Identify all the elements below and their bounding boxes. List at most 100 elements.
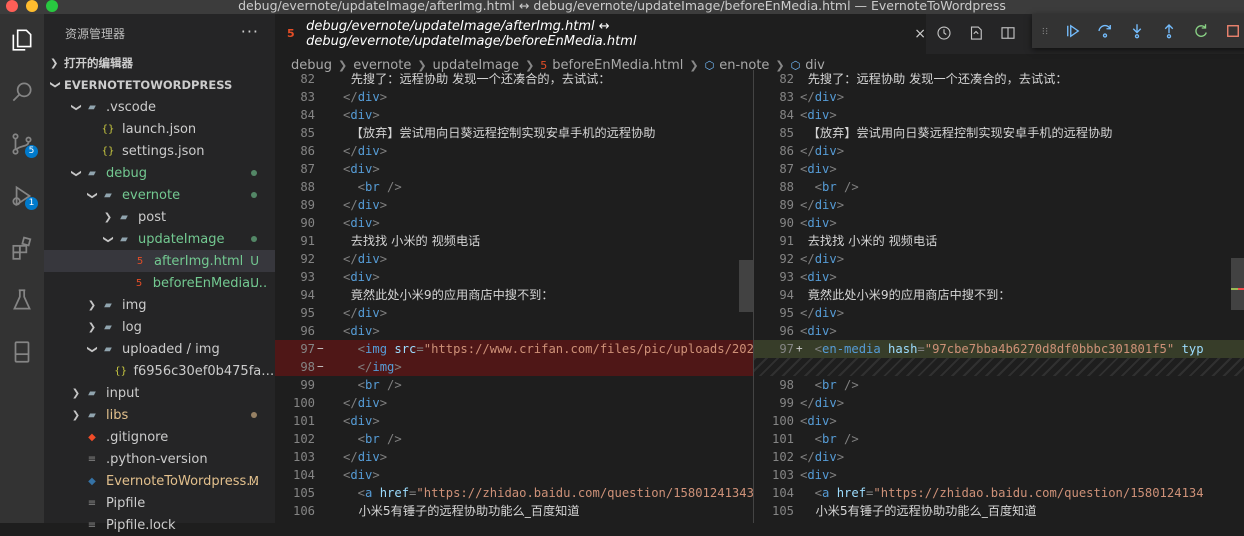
tab-diff[interactable]: 5 debug/evernote/updateImage/afterImg.ht… xyxy=(275,14,926,54)
run-debug-icon[interactable]: 1 xyxy=(0,176,44,216)
step-into-icon[interactable] xyxy=(1128,22,1146,40)
history-icon[interactable] xyxy=(935,24,953,42)
code-line[interactable]: 87 <div> xyxy=(754,160,1244,178)
continue-icon[interactable] xyxy=(1064,22,1082,40)
source-control-icon[interactable]: 5 xyxy=(0,124,44,164)
code-line[interactable]: 97 + <en-media hash="97cbe7bba4b6270d8df0… xyxy=(754,340,1244,358)
code-token: < xyxy=(800,378,823,392)
code-line[interactable]: 83 </div> xyxy=(754,88,1244,106)
code-line[interactable]: 103 </div> xyxy=(275,448,753,466)
overview-ruler[interactable] xyxy=(1231,70,1244,523)
code-line[interactable]: 90 <div> xyxy=(275,214,753,232)
tree-item[interactable]: ❯ ▰ libs xyxy=(44,404,275,426)
code-line[interactable]: 89 </div> xyxy=(275,196,753,214)
search-icon[interactable] xyxy=(0,72,44,112)
code-line[interactable]: 104 <div> xyxy=(275,466,753,484)
code-line[interactable]: 84 <div> xyxy=(275,106,753,124)
code-line[interactable]: 96 <div> xyxy=(754,322,1244,340)
restart-icon[interactable] xyxy=(1192,22,1210,40)
code-line[interactable]: 93 <div> xyxy=(275,268,753,286)
overview-ruler[interactable] xyxy=(739,70,753,523)
open-file-icon[interactable] xyxy=(967,24,985,42)
tree-item[interactable]: ❯ ▰ evernote xyxy=(44,184,275,206)
tree-item[interactable]: ❯ ▰ input xyxy=(44,382,275,404)
tree-item[interactable]: {} f6956c30ef0b475fa2b9... xyxy=(44,360,275,382)
scrollbar-thumb[interactable] xyxy=(739,260,753,312)
code-line[interactable]: 101 <div> xyxy=(275,412,753,430)
code-token: /> xyxy=(836,180,859,194)
testing-icon[interactable] xyxy=(0,280,44,320)
code-line[interactable]: 85 【放弃】尝试用向日葵远程控制实现安卓手机的远程协助 xyxy=(275,124,753,142)
tree-item[interactable]: ❯ ▰ img xyxy=(44,294,275,316)
code-line[interactable]: 88 <br /> xyxy=(275,178,753,196)
tree-item[interactable]: {} launch.json xyxy=(44,118,275,140)
code-line[interactable]: 103 <div> xyxy=(754,466,1244,484)
code-line[interactable]: 90 <div> xyxy=(754,214,1244,232)
tree-item[interactable]: ≡ Pipfile xyxy=(44,492,275,514)
diff-original-pane[interactable]: 82 先搜了：远程协助 发现一个还凑合的，去试试： 83 </div> 84 <div>… xyxy=(275,70,753,523)
extensions-icon[interactable] xyxy=(0,228,44,268)
tree-item[interactable]: ◆ .gitignore xyxy=(44,426,275,448)
split-editor-icon[interactable] xyxy=(999,24,1017,42)
code-line[interactable]: 106 小米5有锤子的远程协助功能么_百度知道 xyxy=(275,502,753,520)
code-line[interactable]: 101 <br /> xyxy=(754,430,1244,448)
stop-icon[interactable] xyxy=(1224,22,1242,40)
code-line[interactable]: 86 </div> xyxy=(754,142,1244,160)
code-line[interactable]: 97− <img src="https://www.crifan.com/fil… xyxy=(275,340,753,358)
code-line[interactable]: 82 先搜了：远程协助 发现一个还凑合的，去试试： xyxy=(754,70,1244,88)
explorer-icon[interactable] xyxy=(0,20,44,60)
code-line[interactable]: 83 </div> xyxy=(275,88,753,106)
tree-item[interactable]: ≡ Pipfile.lock xyxy=(44,514,275,536)
code-line[interactable]: 87 <div> xyxy=(275,160,753,178)
tree-item[interactable]: ◆ EvernoteToWordpress... M xyxy=(44,470,275,492)
code-line[interactable]: 91 去找找 小米的 视频电话 xyxy=(275,232,753,250)
tree-item[interactable]: ❯ ▰ log xyxy=(44,316,275,338)
code-line[interactable]: 100 </div> xyxy=(275,394,753,412)
tree-item[interactable]: ❯ ▰ debug xyxy=(44,162,275,184)
code-line[interactable]: 100 <div> xyxy=(754,412,1244,430)
tree-item[interactable]: ❯ ▰ .vscode xyxy=(44,96,275,118)
code-line[interactable]: 96 <div> xyxy=(275,322,753,340)
code-line[interactable]: 88 <br /> xyxy=(754,178,1244,196)
drag-handle-icon[interactable] xyxy=(1040,22,1050,40)
code-line[interactable]: 102 </div> xyxy=(754,448,1244,466)
step-out-icon[interactable] xyxy=(1160,22,1178,40)
code-line[interactable]: 102 <br /> xyxy=(275,430,753,448)
code-line[interactable]: 105 小米5有锤子的远程协助功能么_百度知道 xyxy=(754,502,1244,520)
code-line[interactable]: 98 <br /> xyxy=(754,376,1244,394)
scrollbar-thumb[interactable] xyxy=(1231,258,1244,310)
code-line[interactable]: 104 <a href="https://zhidao.baidu.com/qu… xyxy=(754,484,1244,502)
tree-item[interactable]: {} settings.json xyxy=(44,140,275,162)
code-line[interactable]: 98− </img> xyxy=(275,358,753,376)
more-actions-icon[interactable]: ··· xyxy=(241,22,259,41)
diff-filler-line[interactable] xyxy=(754,358,1244,376)
tree-item[interactable]: 5 beforeEnMedia.ht... U xyxy=(44,272,275,294)
code-line[interactable]: 86 </div> xyxy=(275,142,753,160)
code-line[interactable]: 85 【放弃】尝试用向日葵远程控制实现安卓手机的远程协助 xyxy=(754,124,1244,142)
code-line[interactable]: 91 去找找 小米的 视频电话 xyxy=(754,232,1244,250)
code-line[interactable]: 94 竟然此处小米9的应用商店中搜不到： xyxy=(754,286,1244,304)
tree-item[interactable]: 5 afterImg.html U xyxy=(44,250,275,272)
code-line[interactable]: 93 <div> xyxy=(754,268,1244,286)
code-line[interactable]: 95 </div> xyxy=(275,304,753,322)
code-line[interactable]: 95 </div> xyxy=(754,304,1244,322)
workspace-section[interactable]: ❯ EVERNOTETOWORDPRESS xyxy=(44,74,275,96)
code-line[interactable]: 99 </div> xyxy=(754,394,1244,412)
diff-modified-pane[interactable]: 82 先搜了：远程协助 发现一个还凑合的，去试试： 83 </div> 84 <div>… xyxy=(753,70,1244,523)
tree-item[interactable]: ❯ ▰ updateImage xyxy=(44,228,275,250)
open-editors-section[interactable]: ❯ 打开的编辑器 xyxy=(44,52,275,74)
code-line[interactable]: 105 <a href="https://zhidao.baidu.com/qu… xyxy=(275,484,753,502)
code-line[interactable]: 89 </div> xyxy=(754,196,1244,214)
code-line[interactable]: 92 </div> xyxy=(754,250,1244,268)
code-line[interactable]: 84 <div> xyxy=(754,106,1244,124)
close-tab-icon[interactable]: × xyxy=(914,26,926,42)
code-line[interactable]: 94 竟然此处小米9的应用商店中搜不到： xyxy=(275,286,753,304)
tree-item[interactable]: ❯ ▰ post xyxy=(44,206,275,228)
code-line[interactable]: 92 </div> xyxy=(275,250,753,268)
remote-explorer-icon[interactable] xyxy=(0,332,44,372)
code-line[interactable]: 82 先搜了：远程协助 发现一个还凑合的，去试试： xyxy=(275,70,753,88)
tree-item[interactable]: ❯ ▰ uploaded / img xyxy=(44,338,275,360)
code-line[interactable]: 99 <br /> xyxy=(275,376,753,394)
tree-item[interactable]: ≡ .python-version xyxy=(44,448,275,470)
step-over-icon[interactable] xyxy=(1096,22,1114,40)
